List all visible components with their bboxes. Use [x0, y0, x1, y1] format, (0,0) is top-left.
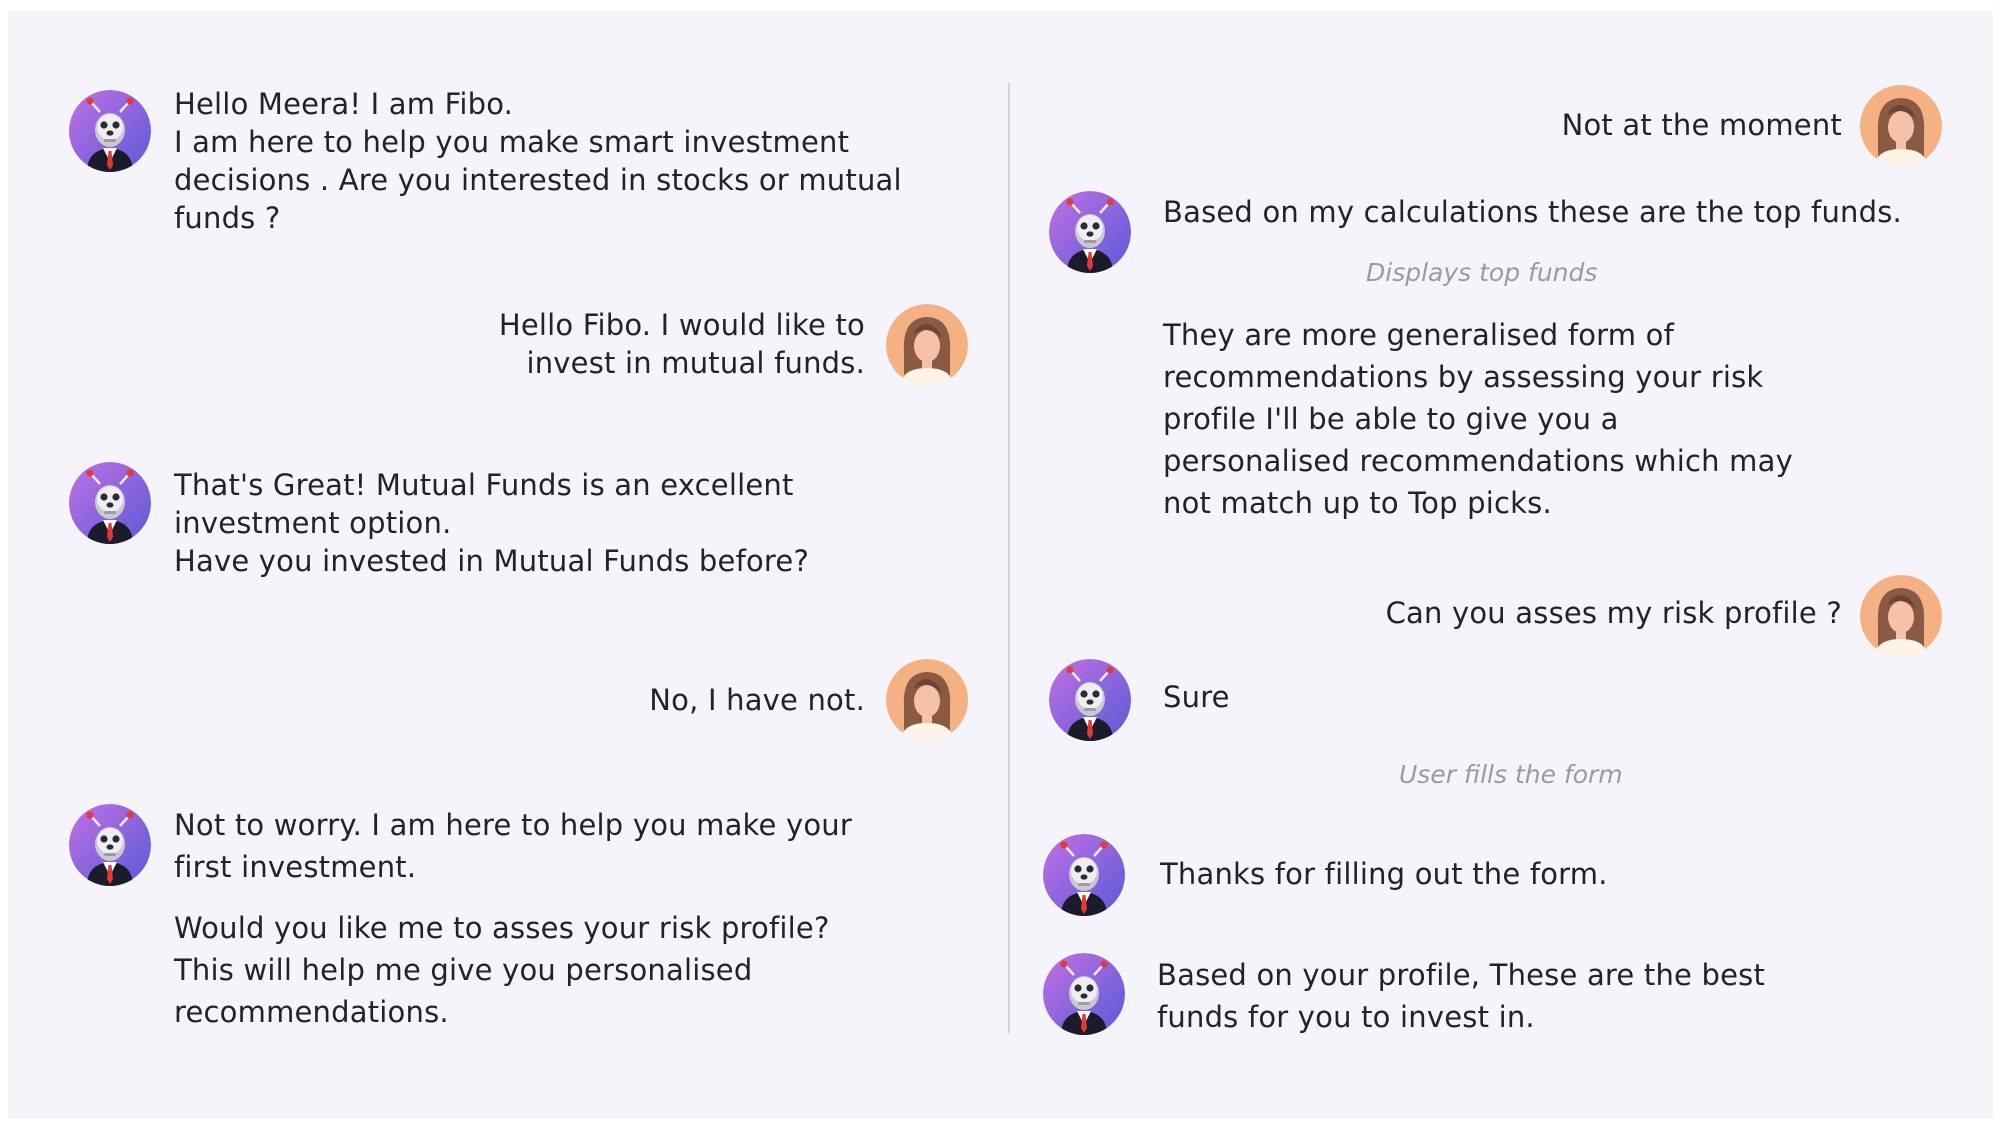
woman-icon — [1860, 85, 1942, 167]
woman-icon — [886, 304, 968, 386]
bot-message-best-funds: Based on your profile, These are the bes… — [1157, 954, 1765, 1038]
message-line: funds ? — [174, 201, 281, 235]
robot-icon — [69, 462, 151, 544]
user-message-invest: Hello Fibo. I would like to invest in mu… — [499, 306, 865, 382]
robot-icon — [1049, 659, 1131, 741]
message-line: I am here to help you make smart investm… — [174, 125, 850, 159]
column-divider — [1008, 83, 1010, 1033]
robot-icon — [69, 804, 151, 886]
message-line: funds for you to invest in. — [1157, 1000, 1535, 1034]
woman-icon — [886, 659, 968, 741]
robot-icon — [69, 90, 151, 172]
user-message-not-invested: No, I have not. — [649, 681, 865, 719]
bot-message-greeting: Hello Meera! I am Fibo. I am here to hel… — [174, 85, 902, 237]
bot-message-first-investment: Not to worry. I am here to help you make… — [174, 804, 852, 888]
user-message-not-now: Not at the moment — [1562, 106, 1842, 144]
message-line: invest in mutual funds. — [526, 346, 865, 380]
bot-message-generalised: They are more generalised form of recomm… — [1163, 314, 1793, 524]
message-line: first investment. — [174, 850, 417, 884]
bot-message-mutual-funds: That's Great! Mutual Funds is an excelle… — [174, 466, 809, 580]
message-line: Hello Fibo. I would like to — [498, 308, 865, 342]
message-line: recommendations. — [174, 995, 449, 1029]
message-line: Sure — [1163, 680, 1230, 714]
woman-icon — [1860, 575, 1942, 657]
message-line: Have you invested in Mutual Funds before… — [174, 544, 810, 578]
message-line: profile I'll be able to give you a — [1163, 402, 1619, 436]
message-line: recommendations by assessing your risk — [1163, 360, 1764, 394]
message-line: That's Great! Mutual Funds is an excelle… — [174, 468, 794, 502]
message-line: not match up to Top picks. — [1163, 486, 1552, 520]
message-line: Hello Meera! I am Fibo. — [174, 87, 514, 121]
message-line: decisions . Are you interested in stocks… — [174, 163, 902, 197]
message-line: Would you like me to asses your risk pro… — [174, 911, 830, 945]
robot-icon — [1043, 834, 1125, 916]
bot-message-top-funds: Based on my calculations these are the t… — [1163, 193, 1902, 231]
message-line: Can you asses my risk profile ? — [1385, 596, 1842, 630]
bot-message-sure: Sure — [1163, 678, 1230, 716]
bot-message-form-thanks: Thanks for filling out the form. — [1160, 855, 1608, 893]
robot-icon — [1049, 191, 1131, 273]
system-note-form: User fills the form — [1399, 760, 1623, 789]
message-line: Thanks for filling out the form. — [1160, 857, 1608, 891]
message-line: Not to worry. I am here to help you make… — [174, 808, 852, 842]
robot-icon — [1043, 953, 1125, 1035]
message-line: Based on your profile, These are the bes… — [1157, 958, 1766, 992]
message-line: No, I have not. — [649, 683, 865, 717]
message-line: Based on my calculations these are the t… — [1163, 195, 1902, 229]
message-line: Not at the moment — [1561, 108, 1842, 142]
user-message-assess-risk: Can you asses my risk profile ? — [1386, 594, 1842, 632]
message-line: investment option. — [174, 506, 452, 540]
system-note-top-funds: Displays top funds — [1366, 258, 1598, 287]
message-line: They are more generalised form of — [1163, 318, 1675, 352]
message-line: personalised recommendations which may — [1163, 444, 1793, 478]
bot-message-risk-profile-offer: Would you like me to asses your risk pro… — [174, 907, 830, 1033]
message-line: This will help me give you personalised — [174, 953, 753, 987]
